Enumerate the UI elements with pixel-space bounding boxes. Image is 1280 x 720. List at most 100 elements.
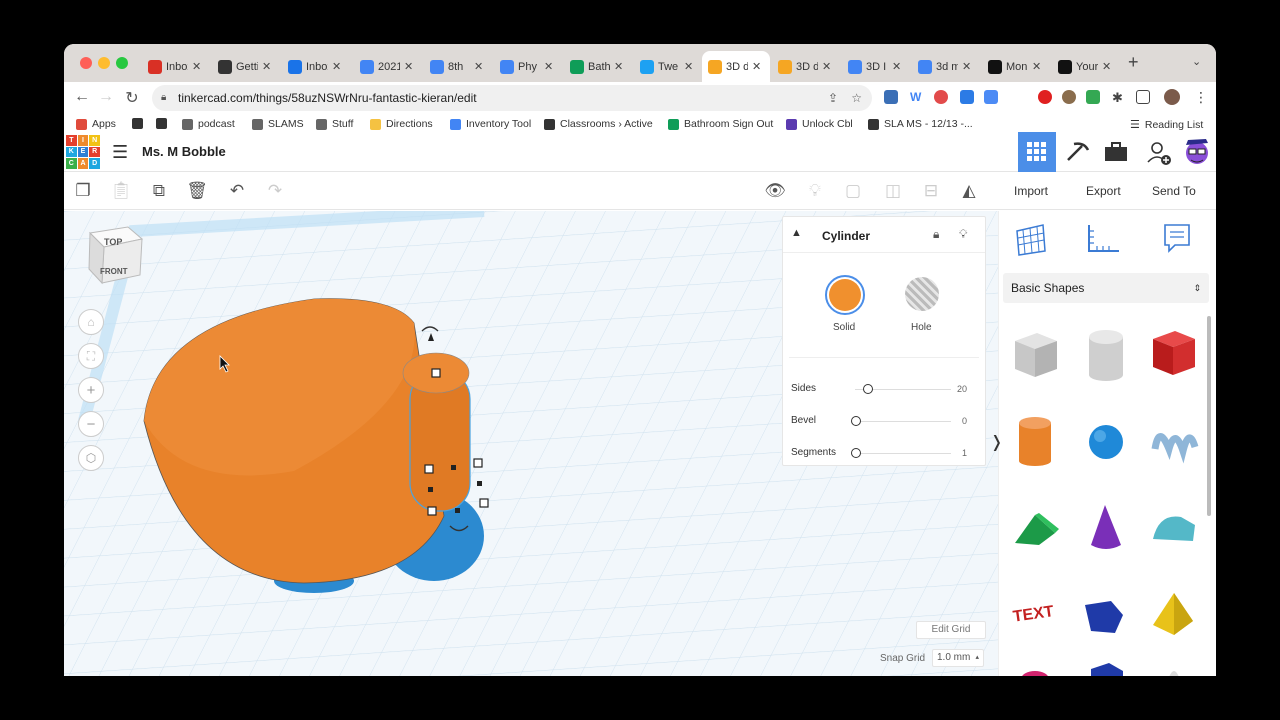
bookmark-item[interactable]: Inventory Tool (450, 118, 531, 130)
send-to-button[interactable]: Send To (1152, 184, 1196, 198)
extension-icon[interactable] (984, 90, 998, 104)
user-avatar[interactable] (1180, 135, 1214, 169)
pickaxe-icon[interactable] (1064, 140, 1090, 166)
tab-close-icon[interactable]: ✕ (1032, 60, 1041, 73)
bookmark-item[interactable]: Unlock Cbl (786, 118, 853, 130)
lock-icon[interactable]: 🔒︎ (933, 227, 939, 242)
perspective-icon[interactable]: ⬡ (78, 445, 104, 471)
ruler-tool-icon[interactable] (1085, 221, 1123, 257)
edit-grid-button[interactable]: Edit Grid (916, 621, 986, 639)
snap-grid-select[interactable]: 1.0 mm ▴ (932, 649, 984, 667)
tab-close-icon[interactable]: ✕ (962, 60, 971, 73)
puzzle-icon[interactable]: ✱ (1112, 90, 1126, 105)
collapse-inspector-icon[interactable]: ▲ (791, 227, 802, 239)
tab-close-icon[interactable]: ✕ (544, 60, 553, 73)
url-field[interactable]: 🔒︎ tinkercad.com/things/58uzNSWrNru-fant… (152, 85, 872, 111)
close-window-icon[interactable] (80, 57, 92, 69)
slider-handle[interactable] (851, 448, 861, 458)
delete-trash-icon[interactable]: 🗑︎ (184, 178, 210, 204)
tab-close-icon[interactable]: ✕ (262, 60, 271, 73)
browser-tab[interactable]: Bath ✕ (564, 51, 632, 82)
bookmark-item[interactable]: SLA MS - 12/13 -... (868, 118, 973, 130)
copy-icon[interactable]: ❐ (70, 178, 96, 204)
tab-close-icon[interactable]: ✕ (474, 60, 483, 73)
reading-list-button[interactable]: ☰ Reading List (1130, 118, 1203, 132)
browser-tab[interactable]: 3D d ✕ (702, 51, 770, 82)
menu-icon[interactable]: ⋮ (1194, 89, 1208, 106)
back-icon[interactable]: ← (72, 88, 92, 106)
maximize-window-icon[interactable] (116, 57, 128, 69)
shape-category-select[interactable]: Basic Shapes ⇕ (1003, 273, 1209, 303)
reload-icon[interactable]: ↻ (122, 88, 142, 108)
slider-handle[interactable] (851, 416, 861, 426)
slider-handle[interactable] (863, 384, 873, 394)
ungroup-icon[interactable]: ◫ (880, 178, 906, 204)
extension-icon[interactable] (884, 90, 898, 104)
cast-icon[interactable] (1136, 90, 1150, 104)
browser-tab[interactable]: 3d m ✕ (912, 51, 980, 82)
browser-tab[interactable]: Inbox ✕ (282, 51, 350, 82)
forward-icon[interactable]: → (96, 88, 116, 106)
bookmark-item[interactable]: SLAMS (252, 118, 304, 130)
paste-icon[interactable]: 📋︎ (108, 178, 134, 204)
tab-close-icon[interactable]: ✕ (752, 60, 761, 73)
tab-close-icon[interactable]: ✕ (404, 60, 413, 73)
bookmark-item[interactable]: Stuff (316, 118, 353, 130)
bookmark-item[interactable]: Bathroom Sign Out (668, 118, 773, 130)
tab-close-icon[interactable]: ✕ (192, 60, 201, 73)
browser-tab[interactable]: Inbox ✕ (142, 51, 210, 82)
new-tab-icon[interactable]: + (1128, 52, 1139, 73)
group-icon[interactable]: ▢ (840, 178, 866, 204)
browser-tab[interactable]: Phy ✕ (494, 51, 562, 82)
share-icon[interactable]: ⇪ (828, 85, 838, 111)
zoom-out-icon[interactable]: − (78, 411, 104, 437)
add-user-icon[interactable] (1146, 140, 1172, 166)
solid-button[interactable] (825, 275, 865, 315)
hole-button[interactable] (905, 277, 939, 311)
extension-icon[interactable]: W (910, 90, 924, 104)
slider-value[interactable]: 1 (962, 448, 967, 458)
show-notes-icon[interactable]: 👁︎ (762, 178, 788, 204)
notes-tool-icon[interactable] (1161, 221, 1195, 257)
slider-track[interactable] (855, 453, 951, 454)
bookmark-item[interactable] (156, 118, 167, 129)
lightbulb-icon[interactable]: 💡︎ (802, 178, 828, 204)
align-icon[interactable]: ⊟ (918, 178, 944, 204)
redo-icon[interactable]: ↷ (262, 178, 288, 204)
export-button[interactable]: Export (1086, 184, 1121, 198)
extension-icon[interactable] (1062, 90, 1076, 104)
opera-icon[interactable] (1038, 90, 1052, 104)
slider-track[interactable] (855, 421, 951, 422)
tab-close-icon[interactable]: ✕ (892, 60, 901, 73)
extension-icon[interactable] (960, 90, 974, 104)
browser-tab[interactable]: 8th ✕ (424, 51, 492, 82)
undo-icon[interactable]: ↶ (224, 178, 250, 204)
extension-icon[interactable] (934, 90, 948, 104)
profile-avatar[interactable] (1164, 89, 1180, 105)
duplicate-icon[interactable]: ⧉ (146, 178, 172, 204)
tinkercad-logo[interactable]: TIN KER CAD (66, 135, 100, 169)
bookmark-item[interactable]: podcast (182, 118, 235, 130)
browser-tab[interactable]: 3D d ✕ (772, 51, 840, 82)
browser-tab[interactable]: Twe ✕ (634, 51, 702, 82)
browser-tab[interactable]: Mon ✕ (982, 51, 1050, 82)
slider-value[interactable]: 20 (957, 384, 967, 394)
chevron-right-icon[interactable]: ❭ (990, 432, 1003, 452)
workplane-tool-icon[interactable] (1013, 221, 1049, 257)
view-cube[interactable]: TOP FRONT (86, 225, 146, 287)
bookmark-item[interactable] (132, 118, 143, 129)
tab-close-icon[interactable]: ✕ (1102, 60, 1111, 73)
visibility-bulb-icon[interactable]: 💡︎ (959, 227, 967, 242)
home-view-icon[interactable]: ⌂ (78, 309, 104, 335)
browser-tab[interactable]: 3D I ✕ (842, 51, 910, 82)
tab-close-icon[interactable]: ✕ (684, 60, 693, 73)
browser-tab[interactable]: 2021 ✕ (354, 51, 422, 82)
bookmark-item[interactable]: Apps (76, 118, 116, 130)
browser-tab[interactable]: Getti ✕ (212, 51, 280, 82)
briefcase-icon[interactable] (1104, 142, 1128, 162)
mirror-icon[interactable]: ◭ (956, 178, 982, 204)
bookmark-star-icon[interactable]: ☆ (851, 85, 862, 111)
tab-close-icon[interactable]: ✕ (822, 60, 831, 73)
minimize-window-icon[interactable] (98, 57, 110, 69)
tab-search-icon[interactable]: ⌄ (1192, 55, 1201, 68)
